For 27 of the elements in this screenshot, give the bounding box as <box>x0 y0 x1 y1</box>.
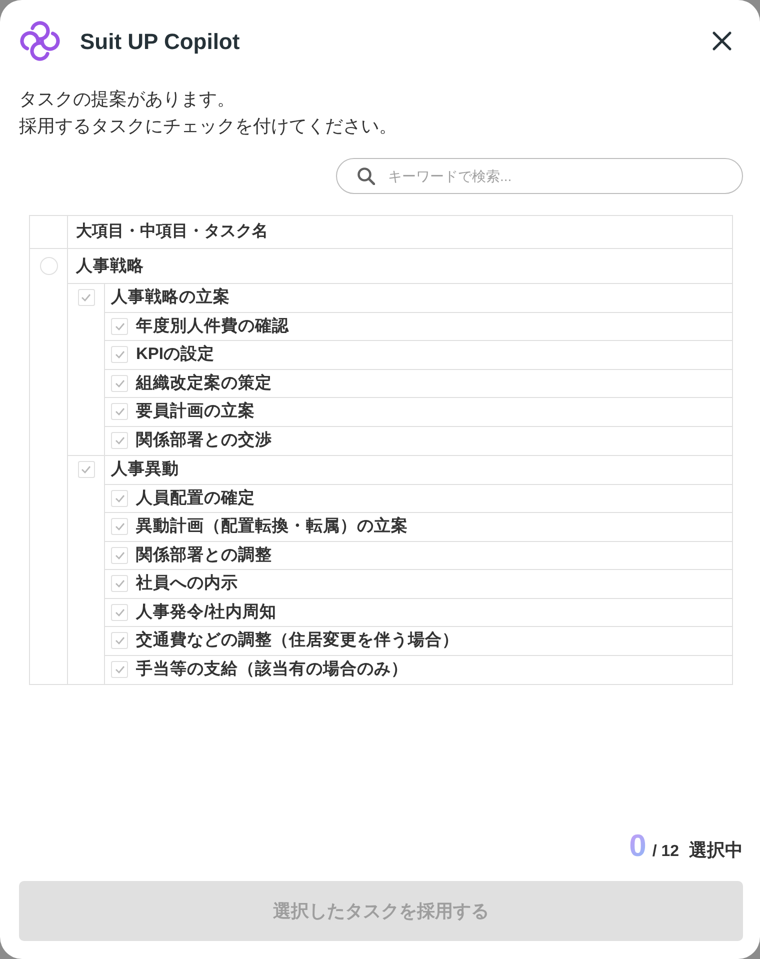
checkmark-icon <box>114 494 124 503</box>
checkmark-icon <box>114 378 124 388</box>
checkmark-icon <box>114 350 124 360</box>
instruction-text: タスクの提案があります。 <box>19 88 236 111</box>
checkmark-icon <box>114 522 124 532</box>
checkmark-icon <box>114 636 124 646</box>
checkmark-icon <box>81 465 91 474</box>
search-icon <box>357 167 375 185</box>
checkmark-icon <box>81 293 91 302</box>
app-title: Suit UP Copilot <box>80 28 240 56</box>
close-icon <box>712 31 732 51</box>
checkmark-icon <box>114 436 124 446</box>
close-button[interactable] <box>712 31 732 51</box>
checkmark-icon <box>114 550 124 560</box>
radio-button[interactable] <box>40 257 58 275</box>
checkmark-icon <box>114 608 124 617</box>
selected-label: 選択中 <box>689 839 743 862</box>
checkmark-icon <box>114 579 124 588</box>
instruction-text: 採用するタスクにチェックを付けてください。 <box>19 115 398 138</box>
logo-icon <box>19 20 61 62</box>
search-field[interactable]: キーワードで検索... <box>336 158 743 194</box>
checkmark-icon <box>114 322 124 331</box>
checkmark-icon <box>114 407 124 416</box>
category-label[interactable]: 人事戦略 <box>68 249 732 284</box>
total-count: / 12 <box>652 842 679 862</box>
checkmark-icon <box>114 665 124 674</box>
column-header: 大項目・中項目・タスク名 <box>75 222 269 242</box>
